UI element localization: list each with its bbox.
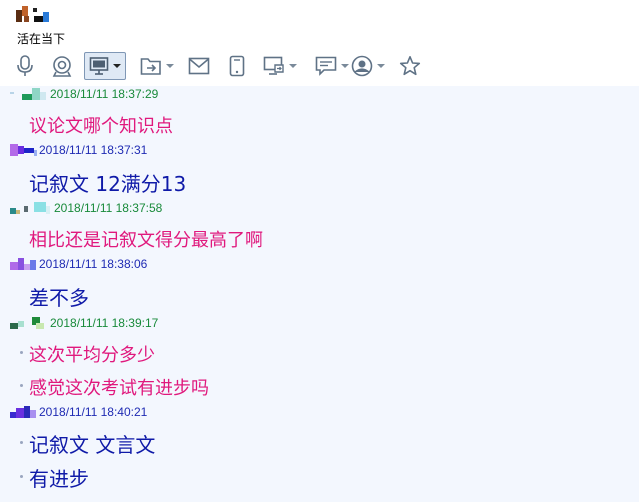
message-text: 有进步 bbox=[29, 467, 89, 491]
message-timestamp: 2018/11/11 18:37:29 bbox=[50, 87, 159, 101]
sender-avatar[interactable] bbox=[10, 317, 48, 329]
line-marker bbox=[20, 384, 23, 387]
message-text: 差不多 bbox=[29, 286, 89, 310]
message-text: 议论文哪个知识点 bbox=[29, 116, 173, 137]
contact-avatar[interactable] bbox=[16, 6, 50, 22]
tablet-button[interactable] bbox=[224, 52, 250, 80]
chat-note-icon bbox=[315, 56, 337, 76]
send-file-button[interactable] bbox=[136, 52, 178, 80]
chevron-down-icon bbox=[113, 64, 121, 68]
message-timestamp: 2018/11/11 18:37:31 bbox=[39, 143, 148, 157]
microphone-button[interactable] bbox=[12, 52, 38, 80]
app-center-icon bbox=[351, 55, 373, 77]
remote-desktop-icon bbox=[263, 56, 284, 75]
sender-avatar[interactable] bbox=[10, 406, 38, 418]
line-marker bbox=[20, 351, 23, 354]
chevron-down-icon bbox=[377, 64, 385, 68]
message-list[interactable]: 2018/11/11 18:37:29 议论文哪个知识点 2018/11/11 … bbox=[0, 86, 639, 502]
message-text: 记叙文 12满分13 bbox=[29, 172, 187, 196]
message-text: 感觉这次考试有进步吗 bbox=[29, 378, 209, 399]
app-center-button[interactable] bbox=[346, 52, 390, 80]
tablet-icon bbox=[229, 55, 245, 77]
chevron-down-icon bbox=[289, 64, 297, 68]
message-timestamp: 2018/11/11 18:37:58 bbox=[54, 201, 163, 215]
contact-name: 活在当下 bbox=[17, 32, 66, 46]
message-timestamp: 2018/11/11 18:39:17 bbox=[50, 316, 159, 330]
send-file-icon bbox=[140, 58, 161, 75]
sender-avatar[interactable] bbox=[10, 144, 38, 156]
message-text: 相比还是记叙文得分最高了啊 bbox=[29, 230, 263, 251]
message-text: 这次平均分多少 bbox=[29, 345, 155, 366]
sender-avatar[interactable] bbox=[10, 88, 48, 100]
remote-desktop-button[interactable] bbox=[258, 52, 302, 80]
line-marker bbox=[20, 441, 23, 444]
sender-avatar[interactable] bbox=[10, 258, 38, 270]
favorite-star-icon bbox=[399, 56, 421, 76]
favorite-button[interactable] bbox=[396, 52, 424, 80]
microphone-icon bbox=[17, 55, 33, 76]
sender-avatar[interactable] bbox=[10, 202, 52, 214]
chat-header: 活在当下 bbox=[0, 0, 639, 48]
line-marker bbox=[20, 475, 23, 478]
message-timestamp: 2018/11/11 18:40:21 bbox=[39, 405, 148, 419]
mail-button[interactable] bbox=[186, 52, 212, 80]
mail-icon bbox=[188, 57, 210, 75]
message-text: 记叙文 文言文 bbox=[29, 433, 156, 457]
webcam-icon bbox=[52, 56, 72, 77]
chevron-down-icon bbox=[166, 64, 174, 68]
webcam-button[interactable] bbox=[48, 52, 76, 80]
message-timestamp: 2018/11/11 18:38:06 bbox=[39, 257, 148, 271]
screen-share-button[interactable] bbox=[84, 52, 126, 80]
screen-share-icon bbox=[89, 57, 109, 75]
chat-toolbar bbox=[0, 48, 639, 86]
